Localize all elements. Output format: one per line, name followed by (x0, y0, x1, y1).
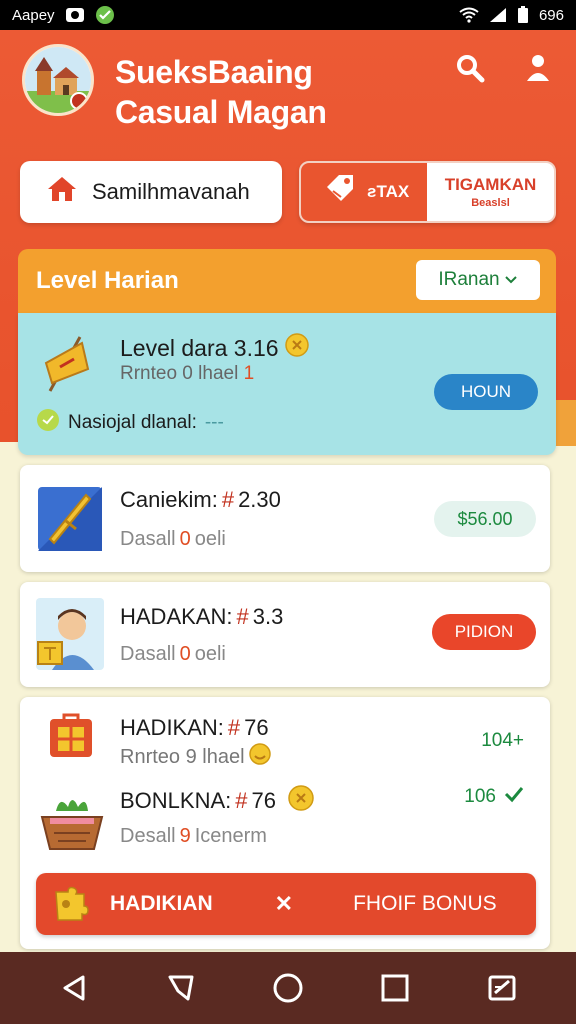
tax-pill-label-line2: Beaslsl (471, 197, 510, 209)
item-title-value: 3.3 (252, 604, 284, 629)
close-icon[interactable]: ✕ (275, 891, 293, 917)
combined-row2-value-right: 106 (464, 785, 524, 809)
item-title-label: Caniekim: (120, 487, 218, 512)
combined-row3-suffix: Icenerm (194, 825, 267, 847)
featured-title: Level dara 3.16 (120, 333, 309, 363)
status-dot-icon (36, 408, 60, 438)
item-title-hash: # (221, 487, 235, 512)
list-item[interactable]: Caniekim: # 2.30 Dasall 0 oeli $56.00 (20, 465, 550, 572)
combined-row1-subtitle: Rnrteo 9 lhael (120, 743, 271, 771)
featured-level-card: Level dara 3.16 Rrnteo 0 lhael 1 Nasioja… (18, 313, 556, 455)
character-avatar-icon (36, 598, 104, 670)
app-title-line1: SueksBaaing (115, 54, 313, 90)
checkmark-icon (504, 785, 524, 809)
tax-pill-red-label: ƨTAX (367, 182, 410, 201)
combined-row3-prefix: Desall (120, 825, 176, 847)
bonus-cta-bar[interactable]: HADIKIAN ✕ FHOIF BONUS (36, 873, 536, 935)
edit-icon[interactable] (480, 966, 524, 1010)
avatar[interactable] (22, 44, 94, 116)
status-bar: Aapey 696 (0, 0, 576, 30)
camera-app-icon (65, 7, 85, 23)
recent-icon[interactable] (159, 966, 203, 1010)
tax-pill-red-section: ƨTAX (301, 163, 427, 221)
status-time: 696 (538, 6, 564, 24)
smile-coin-icon (248, 743, 271, 771)
featured-title-text: Level dara 3.16 (120, 334, 279, 361)
app-title-line2: Casual Magan (115, 94, 327, 130)
level-card-header: Level Harian IRanan (18, 249, 556, 313)
puzzle-icon (50, 884, 90, 924)
chevron-down-icon (504, 269, 518, 291)
item-title: HADAKAN: # 3.3 (120, 604, 283, 630)
carrier-label: Aapey (12, 6, 55, 24)
combined-row2-title: BONLKNA: # 76 (120, 785, 314, 817)
combined-row1-hash: # (227, 715, 241, 740)
app-title: SueksBaaing Casual Magan (115, 52, 327, 132)
home-nav-icon[interactable] (266, 966, 310, 1010)
combined-row3: Desall 9 Icenerm (120, 825, 267, 848)
item-subtitle-zero: 0 (179, 643, 191, 665)
home-icon (46, 175, 78, 209)
combined-row2-value: 76 (251, 788, 276, 813)
featured-action-button[interactable]: HOUN (434, 374, 538, 410)
combined-row2-label: BONLKNA: (120, 788, 232, 813)
combined-row2-right-text: 106 (464, 786, 496, 807)
combined-row1-value-right: 104+ (481, 730, 524, 751)
flag-icon (40, 333, 96, 395)
price-badge[interactable]: $56.00 (434, 501, 536, 537)
item-subtitle-prefix: Dasall (120, 528, 176, 550)
item-subtitle: Dasall 0 oeli (120, 528, 226, 551)
item-title-hash: # (236, 604, 249, 629)
cta-right-label[interactable]: FHOIF BONUS (353, 892, 497, 916)
featured-status: Nasiojal dlanal: --- (36, 408, 224, 438)
signal-icon (489, 7, 507, 23)
combined-row1-title: HADIKAN: # 76 (120, 715, 269, 741)
level-card-title: Level Harian (36, 267, 179, 294)
tax-pill-white-section: TIGAMKAN Beaslsl (427, 163, 554, 221)
tax-pill-button[interactable]: ƨTAX TIGAMKAN Beaslsl (299, 161, 556, 223)
item-title: Caniekim: # 2.30 (120, 487, 281, 513)
action-badge-button[interactable]: PIDION (432, 614, 536, 650)
combined-row3-zero: 9 (179, 825, 191, 847)
combined-row1-sub-text: Rnrteo 9 lhael (120, 745, 245, 768)
combined-row1-label: HADIKAN: (120, 715, 224, 740)
overview-icon[interactable] (373, 966, 417, 1010)
back-icon[interactable] (52, 966, 96, 1010)
search-icon[interactable] (452, 50, 488, 86)
cta-left-label[interactable]: HADIKIAN (110, 892, 213, 916)
level-filter-value: IRanan (438, 269, 500, 290)
tag-icon (323, 173, 357, 212)
featured-subtitle-text: Rrnteo 0 lhael (120, 363, 239, 384)
home-pill-label: Samilhmavanah (92, 179, 250, 204)
sword-icon (36, 485, 104, 553)
wifi-icon (459, 7, 479, 23)
list-item[interactable]: HADAKAN: # 3.3 Dasall 0 oeli PIDION (20, 582, 550, 687)
home-pill-button[interactable]: Samilhmavanah (20, 161, 282, 223)
combined-row1-value: 76 (244, 715, 269, 740)
coin-x-icon (288, 785, 314, 817)
combined-row2-hash: # (235, 788, 248, 813)
tax-pill-label-line1: TIGAMKAN (444, 175, 537, 194)
item-subtitle-zero: 0 (179, 528, 191, 550)
item-title-value: 2.30 (238, 487, 281, 512)
featured-subtitle: Rrnteo 0 lhael 1 (120, 363, 254, 385)
coin-icon (284, 333, 309, 363)
item-subtitle-suffix: oeli (194, 528, 226, 550)
profile-icon[interactable] (520, 50, 556, 86)
item-subtitle-suffix: oeli (194, 643, 226, 665)
featured-status-text: Nasiojal dlanal: (68, 412, 197, 433)
navigation-bar (0, 952, 576, 1024)
featured-status-suffix: --- (204, 412, 224, 433)
item-title-label: HADAKAN: (120, 604, 233, 629)
featured-subtitle-number: 1 (243, 363, 255, 384)
check-circle-icon (95, 5, 115, 25)
food-basket-icon (38, 791, 106, 853)
item-subtitle-prefix: Dasall (120, 643, 176, 665)
item-subtitle: Dasall 0 oeli (120, 643, 226, 666)
level-filter-select[interactable]: IRanan (416, 260, 540, 300)
battery-icon (517, 6, 529, 24)
gift-box-icon (48, 713, 94, 759)
